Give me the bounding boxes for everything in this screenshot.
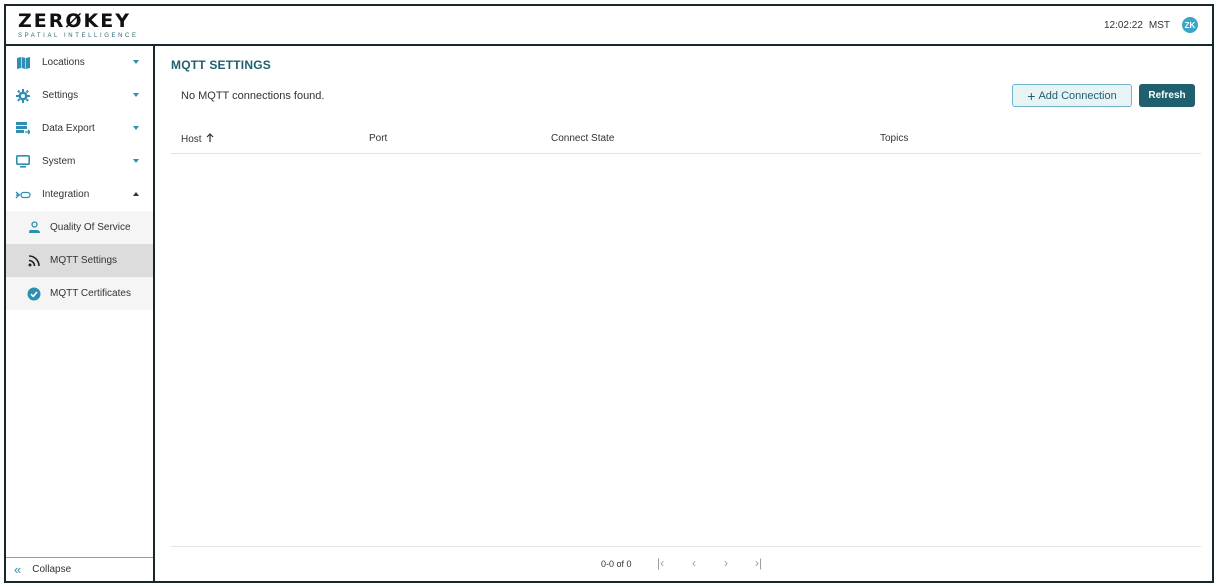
add-connection-button[interactable]: + Add Connection [1012, 84, 1132, 107]
sidebar-item-label: System [42, 156, 76, 167]
column-header-connect-state[interactable]: Connect State [551, 133, 614, 144]
logo: ZERØKEY SPATIAL INTELLIGENCE [18, 11, 136, 41]
column-header-label: Topics [880, 133, 909, 144]
main-content: MQTT SETTINGS No MQTT connections found.… [157, 48, 1212, 581]
add-connection-label: Add Connection [1038, 89, 1117, 102]
pagination-range: 0-0 of 0 [601, 559, 632, 569]
collapse-button[interactable]: « Collapse [6, 557, 153, 581]
column-header-label: Port [369, 133, 388, 144]
sidebar-item-integration[interactable]: Integration [6, 178, 153, 211]
table-header: Host Port Connect State Topics [171, 121, 1201, 154]
rss-icon [27, 254, 41, 268]
pagination: 0-0 of 0 |‹ ‹ › ›| [171, 546, 1201, 579]
empty-state-message: No MQTT connections found. [181, 90, 325, 102]
verified-badge-icon [27, 287, 41, 301]
top-bar: ZERØKEY SPATIAL INTELLIGENCE 12:02:22 MS… [6, 6, 1212, 46]
sidebar-item-label: Integration [42, 189, 90, 200]
sidebar-item-data-export[interactable]: Data Export [6, 112, 153, 145]
sidebar-item-label: MQTT Certificates [50, 288, 131, 299]
clock-timezone: MST [1148, 19, 1170, 31]
plus-icon: + [1027, 87, 1036, 104]
monitor-icon [15, 154, 31, 170]
sort-ascending-icon [206, 133, 214, 145]
page-title: MQTT SETTINGS [171, 58, 271, 72]
chevron-down-icon [133, 93, 139, 97]
first-page-icon[interactable]: |‹ [657, 556, 664, 570]
chevron-down-icon [133, 60, 139, 64]
chevron-down-icon [133, 126, 139, 130]
clock-time: 12:02:22 [1103, 19, 1143, 31]
sidebar-item-mqtt-certificates[interactable]: MQTT Certificates [6, 277, 153, 310]
refresh-button[interactable]: Refresh [1139, 84, 1195, 107]
sidebar-item-locations[interactable]: Locations [6, 46, 153, 79]
sidebar-item-label: Quality Of Service [50, 222, 131, 233]
chevron-up-icon [133, 192, 139, 196]
avatar[interactable]: ZK [1182, 17, 1198, 33]
sidebar-item-label: Data Export [42, 123, 95, 134]
logo-text: ZERØKEY [18, 10, 131, 32]
sidebar-item-quality-of-service[interactable]: Quality Of Service [6, 211, 153, 244]
next-page-icon[interactable]: › [724, 556, 728, 570]
sidebar-item-label: Locations [42, 57, 85, 68]
column-header-label: Connect State [551, 133, 615, 144]
data-export-icon [15, 121, 31, 137]
sidebar-item-system[interactable]: System [6, 145, 153, 178]
collapse-label: Collapse [32, 564, 72, 575]
map-icon [15, 55, 31, 71]
sidebar-item-label: MQTT Settings [50, 255, 118, 266]
integration-submenu: Quality Of Service MQTT Settings MQTT Ce… [6, 211, 153, 310]
column-header-host[interactable]: Host [181, 133, 214, 145]
last-page-icon[interactable]: ›| [755, 556, 762, 570]
gear-icon [15, 88, 31, 104]
sidebar: Locations Settings Data Export System In… [6, 46, 155, 581]
sidebar-item-label: Settings [42, 90, 79, 101]
chevron-down-icon [133, 159, 139, 163]
quality-of-service-icon [27, 221, 41, 235]
sidebar-item-settings[interactable]: Settings [6, 79, 153, 112]
integration-icon [15, 187, 31, 203]
double-chevron-left-icon: « [14, 561, 22, 577]
column-header-label: Host [181, 133, 202, 145]
clock: 12:02:22 MST ZK [1104, 17, 1198, 33]
column-header-port[interactable]: Port [369, 133, 387, 144]
column-header-topics[interactable]: Topics [880, 133, 908, 144]
app-window: ZERØKEY SPATIAL INTELLIGENCE 12:02:22 MS… [4, 4, 1214, 583]
sidebar-item-mqtt-settings[interactable]: MQTT Settings [6, 244, 153, 277]
previous-page-icon[interactable]: ‹ [692, 556, 696, 570]
logo-subtitle: SPATIAL INTELLIGENCE [18, 33, 139, 39]
